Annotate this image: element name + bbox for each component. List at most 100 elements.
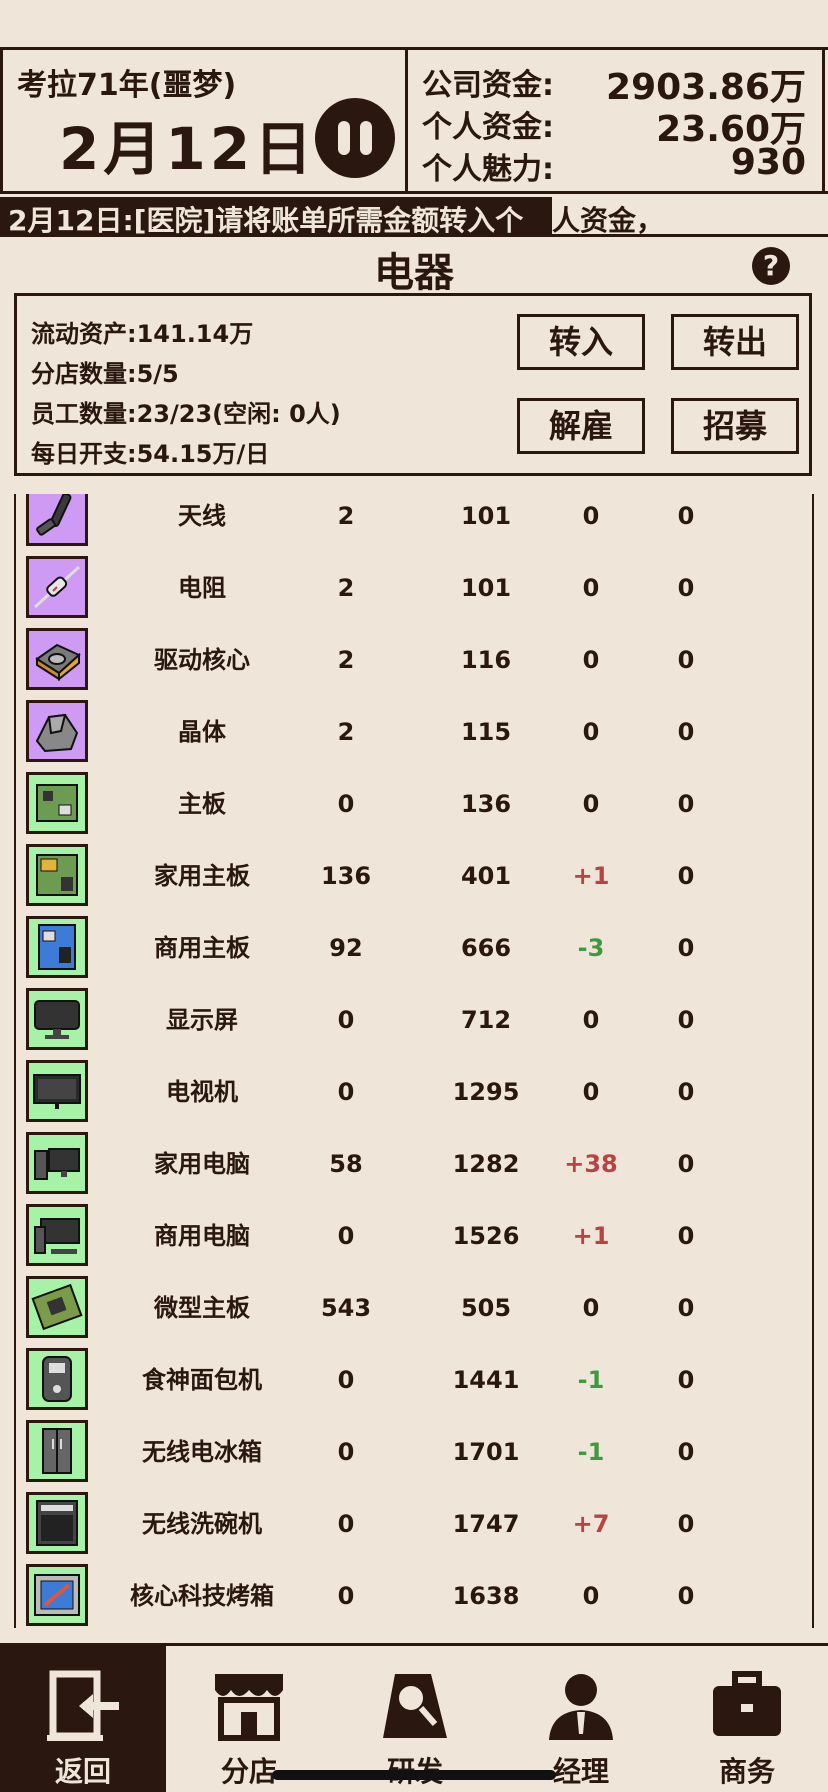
company-funds-row: 公司资金: 2903.86万 [422,60,806,108]
item-change: -1 [577,1438,605,1466]
item-change: 0 [582,1078,600,1106]
era-label: 考拉71年(噩梦) [17,68,237,103]
company-funds-label: 公司资金: [422,68,554,103]
item-stock: 2 [337,718,355,746]
item-name: 电视机 [166,1078,238,1106]
nav-item-4[interactable]: 商务 [664,1646,828,1792]
item-stock: 2 [337,502,355,530]
nav-label: 返回 [54,1755,111,1788]
current-date: 2月12日 [59,115,317,183]
list-item[interactable]: 食神面包机 0 1441 -1 0 [16,1344,812,1416]
list-item[interactable]: 商用电脑 0 1526 +1 0 [16,1200,812,1272]
home-motherboard-icon [26,844,88,906]
item-change: 0 [582,790,600,818]
business-pc-icon [26,1204,88,1266]
list-item[interactable]: 天线 2 101 0 0 [16,494,812,552]
item-extra: 0 [677,1150,695,1178]
item-price: 1701 [452,1438,520,1466]
list-item[interactable]: 晶体 2 115 0 0 [16,696,812,768]
transfer-out-button[interactable]: 转出 [671,314,799,370]
tv-icon [26,1060,88,1122]
page-title: 电器 [374,250,454,296]
list-item[interactable]: 主板 0 136 0 0 [16,768,812,840]
item-stock: 2 [337,646,355,674]
item-stock: 0 [337,1366,355,1394]
item-price: 101 [460,502,512,530]
item-name: 家用电脑 [154,1150,250,1178]
dismiss-button[interactable]: 解雇 [517,398,645,454]
pause-button[interactable] [315,98,395,178]
item-change: 0 [582,1294,600,1322]
item-change: +7 [572,1510,610,1538]
business-motherboard-icon [26,916,88,978]
item-extra: 0 [677,1222,695,1250]
list-item[interactable]: 核心科技烤箱 0 1638 0 0 [16,1560,812,1628]
charm-label: 个人魅力: [422,152,554,187]
micro-motherboard-icon [26,1276,88,1338]
item-price: 1747 [452,1510,520,1538]
item-price: 666 [460,934,512,962]
help-icon[interactable]: ? [752,247,790,285]
item-name: 晶体 [178,718,226,746]
home-pc-icon [26,1132,88,1194]
item-price: 115 [460,718,512,746]
item-name: 家用主板 [154,862,250,890]
item-price: 1295 [452,1078,520,1106]
list-item[interactable]: 电视机 0 1295 0 0 [16,1056,812,1128]
item-extra: 0 [677,1582,695,1610]
crystal-icon [26,700,88,762]
item-stock: 0 [337,1438,355,1466]
item-name: 微型主板 [154,1294,250,1322]
top-status-bar: 考拉71年(噩梦) 2月12日 公司资金: 2903.86万 个人资金: 23.… [0,47,828,194]
item-price: 101 [460,574,512,602]
nav-item-0[interactable]: 返回 [0,1646,166,1792]
item-name: 核心科技烤箱 [130,1582,274,1610]
item-name: 食神面包机 [142,1366,262,1394]
research-icon [375,1668,455,1744]
item-name: 显示屏 [166,1006,238,1034]
item-change: -3 [577,934,605,962]
list-item[interactable]: 家用主板 136 401 +1 0 [16,840,812,912]
item-extra: 0 [677,790,695,818]
item-price: 1526 [452,1222,520,1250]
personal-funds-label: 个人资金: [422,110,554,145]
item-name: 电阻 [178,574,226,602]
item-stock: 92 [329,934,363,962]
industry-info-panel: 流动资产:141.14万 分店数量:5/5 员工数量:23/23(空闲: 0人)… [14,293,812,476]
list-item[interactable]: 电阻 2 101 0 0 [16,552,812,624]
list-item[interactable]: 无线电冰箱 0 1701 -1 0 [16,1416,812,1488]
item-extra: 0 [677,1366,695,1394]
transfer-in-button[interactable]: 转入 [517,314,645,370]
ticker-text: 2月12日:[医院]请将账单所需金额转入个 [8,204,524,237]
ticker-text-continued: 人资金， [552,204,665,237]
item-stock: 0 [337,1078,355,1106]
home-indicator [272,1770,556,1780]
recruit-button[interactable]: 招募 [671,398,799,454]
item-stock: 58 [329,1150,363,1178]
item-change: 0 [582,502,600,530]
antenna-icon [26,494,88,546]
item-stock: 0 [337,1006,355,1034]
item-price: 116 [460,646,512,674]
item-extra: 0 [677,1078,695,1106]
item-change: 0 [582,646,600,674]
list-item[interactable]: 微型主板 543 505 0 0 [16,1272,812,1344]
exit-door-icon [43,1668,123,1744]
item-name: 天线 [178,502,226,530]
item-price: 712 [460,1006,512,1034]
list-item[interactable]: 驱动核心 2 116 0 0 [16,624,812,696]
list-item[interactable]: 显示屏 0 712 0 0 [16,984,812,1056]
dishwasher-icon [26,1492,88,1554]
list-item[interactable]: 家用电脑 58 1282 +38 0 [16,1128,812,1200]
liquid-assets: 流动资产:141.14万 [31,320,254,348]
item-price: 136 [460,790,512,818]
list-item[interactable]: 无线洗碗机 0 1747 +7 0 [16,1488,812,1560]
list-item[interactable]: 商用主板 92 666 -3 0 [16,912,812,984]
item-extra: 0 [677,718,695,746]
item-stock: 0 [337,1222,355,1250]
branch-count: 分店数量:5/5 [31,360,179,388]
oven-icon [26,1564,88,1626]
item-stock: 136 [320,862,372,890]
shop-icon [209,1668,289,1744]
product-list[interactable]: 天线 2 101 0 0 电阻 2 101 0 0 驱动核心 2 116 0 0 晶体 2 115 0 0 主板 0 136… [14,494,814,1628]
